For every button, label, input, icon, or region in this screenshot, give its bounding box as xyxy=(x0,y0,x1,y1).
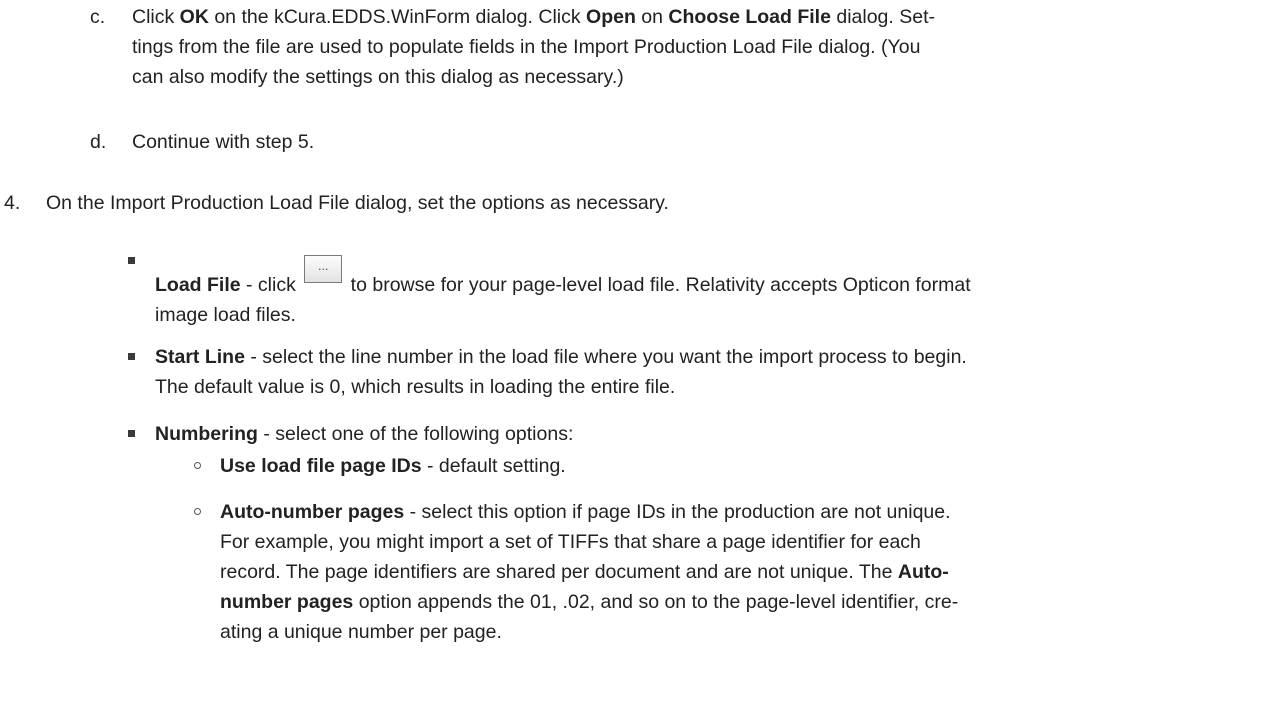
use-load-file-term: Use load file page IDs xyxy=(220,455,422,477)
auto-number-term: Auto-number pages xyxy=(220,501,405,523)
auto-number-line-5: ating a unique number per page. xyxy=(220,621,502,643)
bullet-square-icon xyxy=(128,353,135,360)
use-load-file-line: Use load file page IDs - default setting… xyxy=(220,455,566,477)
step-c-line-3: can also modify the settings on this dia… xyxy=(132,66,624,88)
numbering-line-1: Numbering - select one of the following … xyxy=(155,423,574,445)
auto-number-item: Auto-number pages - select this option i… xyxy=(220,497,1270,647)
bullet-circle-icon xyxy=(194,508,201,515)
step-4-marker: 4. xyxy=(4,192,21,214)
step-4-text: On the Import Production Load File dialo… xyxy=(46,192,669,214)
auto-number-line-3: record. The page identifiers are shared … xyxy=(220,561,949,583)
step-d-marker: d. xyxy=(90,131,107,153)
auto-number-line-4: number pages option appends the 01, .02,… xyxy=(220,591,959,613)
choose-load-file-term: Choose Load File xyxy=(668,6,831,28)
use-load-file-item: Use load file page IDs - default setting… xyxy=(220,451,1270,481)
load-file-item: Load File - click ... to browse for your… xyxy=(155,255,1275,330)
step-c-line-2: tings from the file are used to populate… xyxy=(132,36,921,58)
auto-number-line-1: Auto-number pages - select this option i… xyxy=(220,501,951,523)
browse-button[interactable]: ... xyxy=(304,255,343,283)
step-c-line-1: Click OK on the kCura.EDDS.WinForm dialo… xyxy=(132,6,935,28)
ok-term: OK xyxy=(179,6,209,28)
ellipsis-icon: ... xyxy=(318,260,329,273)
bullet-square-icon xyxy=(128,257,135,264)
open-term: Open xyxy=(586,6,636,28)
load-file-line-2: image load files. xyxy=(155,304,296,326)
numbering-item: Numbering - select one of the following … xyxy=(155,419,1275,449)
start-line-line-1: Start Line - select the line number in t… xyxy=(155,346,967,368)
auto-number-line-2: For example, you might import a set of T… xyxy=(220,531,921,553)
step-d-text: Continue with step 5. xyxy=(132,131,315,153)
numbering-term: Numbering xyxy=(155,423,258,445)
start-line-line-2: The default value is 0, which results in… xyxy=(155,376,676,398)
start-line-term: Start Line xyxy=(155,346,245,368)
step-c-marker: c. xyxy=(90,6,106,28)
load-file-line-1: Load File - click ... to browse for your… xyxy=(155,255,1275,300)
start-line-item: Start Line - select the line number in t… xyxy=(155,342,1275,402)
bullet-square-icon xyxy=(128,430,135,437)
load-file-term: Load File xyxy=(155,274,241,296)
bullet-circle-icon xyxy=(194,462,201,469)
